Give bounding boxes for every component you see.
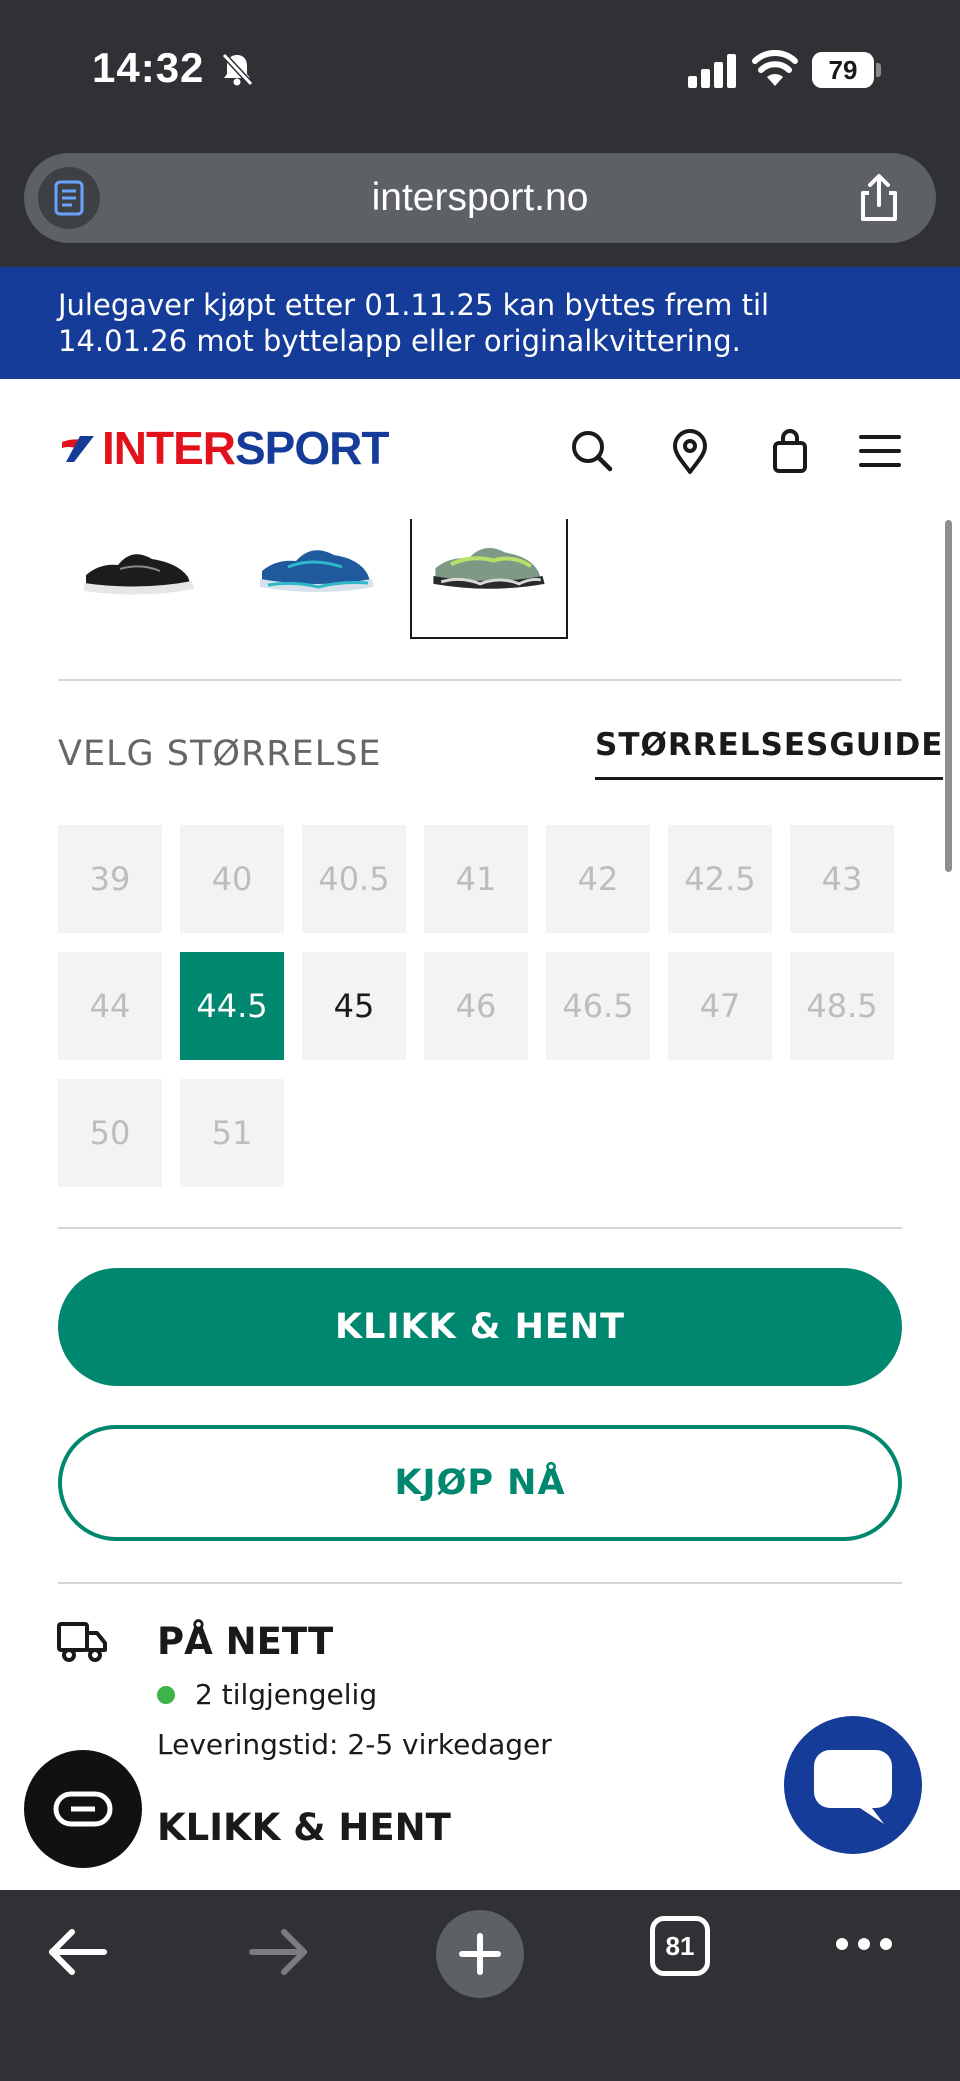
- size-option: 43: [790, 825, 894, 933]
- forward-arrow-icon[interactable]: [238, 1912, 318, 1992]
- size-option[interactable]: 44.5: [180, 952, 284, 1060]
- divider: [58, 1582, 902, 1584]
- browser-bottom-toolbar: 81: [0, 1890, 960, 2081]
- click-and-collect-button[interactable]: KLIKK & HENT: [58, 1268, 902, 1386]
- chat-support-button[interactable]: [784, 1716, 922, 1854]
- stock-availability: 2 tilgjengelig: [195, 1678, 378, 1711]
- click-and-collect-title: KLIKK & HENT: [157, 1806, 451, 1849]
- delivery-truck-icon: [57, 1622, 107, 1662]
- size-option: 50: [58, 1079, 162, 1187]
- shopping-bag-icon[interactable]: [766, 427, 814, 475]
- wifi-icon: [752, 50, 798, 86]
- menu-icon[interactable]: [856, 427, 904, 475]
- in-stock-indicator: [157, 1686, 175, 1704]
- promo-banner[interactable]: Julegaver kjøpt etter 01.11.25 kan bytte…: [0, 267, 960, 379]
- size-option: 51: [180, 1079, 284, 1187]
- variant-thumbnail-green[interactable]: [410, 519, 568, 639]
- size-option: 46: [424, 952, 528, 1060]
- bell-muted-icon: [221, 52, 254, 87]
- size-option: 48.5: [790, 952, 894, 1060]
- site-header: INTER SPORT: [0, 379, 960, 519]
- logo-text-inter: INTER: [102, 422, 236, 474]
- plus-icon: [459, 1933, 501, 1975]
- size-guide-link[interactable]: STØRRELSESGUIDE: [595, 727, 944, 780]
- buy-now-button[interactable]: KJØP NÅ: [58, 1425, 902, 1541]
- search-icon[interactable]: [568, 427, 616, 475]
- back-arrow-icon[interactable]: [38, 1912, 118, 1992]
- size-option: 46.5: [546, 952, 650, 1060]
- store-location-icon[interactable]: [666, 427, 714, 475]
- shoe-image-green: [433, 547, 545, 589]
- online-delivery-title: PÅ NETT: [157, 1620, 334, 1663]
- status-time: 14:32: [92, 44, 205, 91]
- size-option: 41: [424, 825, 528, 933]
- shoe-image-black: [84, 554, 194, 595]
- share-icon[interactable]: [852, 171, 906, 225]
- size-option: 40: [180, 825, 284, 933]
- tabs-overview-button[interactable]: 81: [650, 1916, 710, 1976]
- size-option: 44: [58, 952, 162, 1060]
- more-options-icon[interactable]: [832, 1932, 896, 1956]
- variant-thumbnail-black[interactable]: [60, 519, 218, 639]
- battery-nub: [876, 63, 881, 77]
- size-picker-label: VELG STØRRELSE: [58, 734, 382, 774]
- logo-swoosh-icon: [62, 436, 94, 462]
- url-text[interactable]: intersport.no: [24, 153, 936, 243]
- address-bar[interactable]: intersport.no: [24, 153, 936, 243]
- battery-indicator: 79: [812, 52, 874, 88]
- divider: [58, 679, 902, 681]
- size-option[interactable]: 45: [302, 952, 406, 1060]
- size-option: 42: [546, 825, 650, 933]
- promo-text: Julegaver kjøpt etter 01.11.25 kan bytte…: [58, 288, 770, 358]
- variant-thumbnail-blue[interactable]: [238, 519, 396, 639]
- size-option: 39: [58, 825, 162, 933]
- size-option: 42.5: [668, 825, 772, 933]
- browser-top-chrome: 14:32 79 intersport.no: [0, 0, 960, 267]
- logo-text-sport: SPORT: [235, 422, 389, 474]
- size-option: 47: [668, 952, 772, 1060]
- size-option: 40.5: [302, 825, 406, 933]
- new-tab-button[interactable]: [436, 1910, 524, 1998]
- chat-bubble-icon: [814, 1750, 892, 1824]
- battery-level: 79: [828, 55, 858, 85]
- toggle-link-icon: [53, 1791, 113, 1827]
- delivery-time: Leveringstid: 2-5 virkedager: [157, 1728, 552, 1761]
- accessibility-widget-button[interactable]: [24, 1750, 142, 1868]
- cellular-signal-icon: [688, 54, 736, 88]
- shoe-image-blue: [260, 550, 374, 592]
- page-scrollbar[interactable]: [945, 520, 952, 872]
- intersport-logo[interactable]: INTER SPORT: [58, 422, 389, 474]
- divider: [58, 1227, 902, 1229]
